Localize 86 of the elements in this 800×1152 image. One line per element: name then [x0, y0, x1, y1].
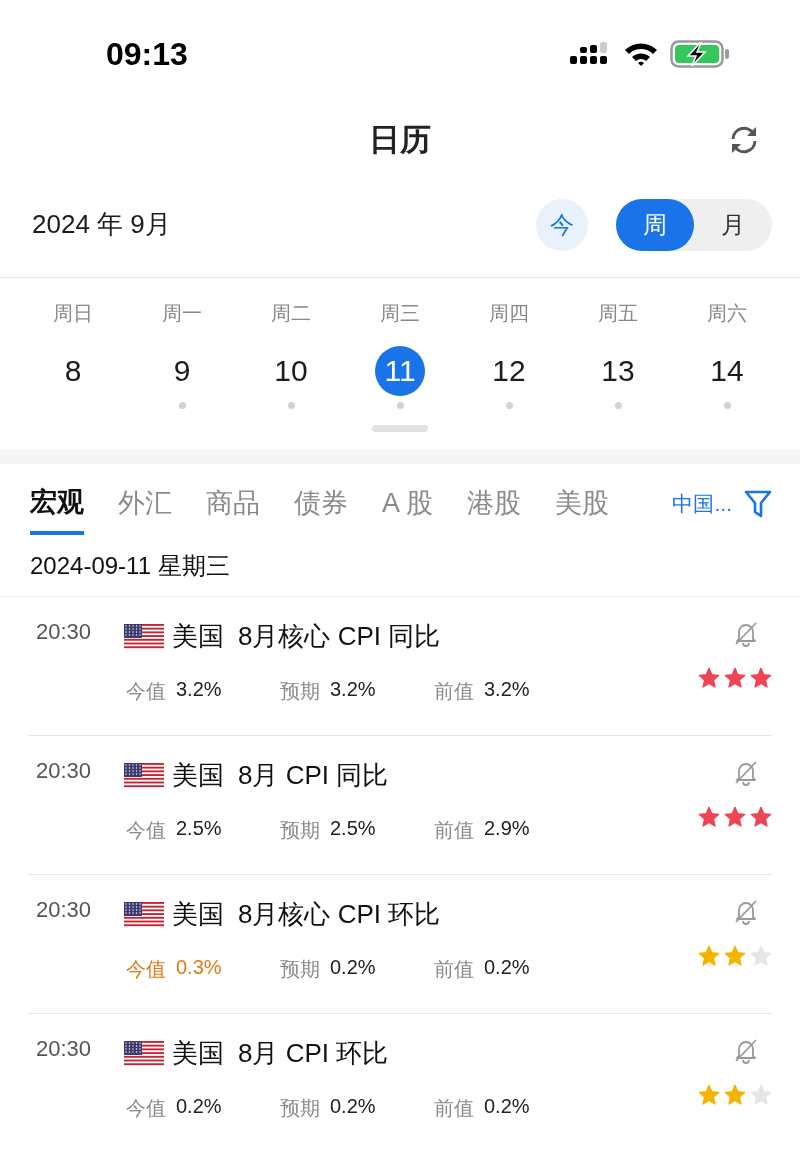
- view-option[interactable]: 周: [616, 198, 694, 251]
- value-label: 前值: [434, 1096, 474, 1121]
- date-number[interactable]: 13: [593, 346, 643, 396]
- category-tab[interactable]: 宏观: [30, 473, 84, 535]
- country-name: 美国: [172, 898, 224, 931]
- star-icon: [750, 945, 772, 967]
- date-number[interactable]: 12: [484, 346, 534, 396]
- event-time: 20:30: [35, 758, 93, 785]
- event-title: 8月核心 CPI 同比: [238, 620, 441, 653]
- event-time: 20:30: [35, 897, 93, 924]
- date-number[interactable]: 11: [375, 346, 425, 396]
- battery-charging-icon: [670, 40, 730, 68]
- value: 2.5%: [330, 817, 376, 841]
- star-icon: [698, 945, 720, 967]
- event-title: 8月 CPI 环比: [238, 1037, 389, 1070]
- star-icon: [750, 806, 772, 828]
- star-icon: [750, 1084, 772, 1106]
- star-icon: [698, 806, 720, 828]
- date-number[interactable]: 10: [266, 346, 316, 396]
- star-icon: [724, 806, 746, 828]
- value: 0.2%: [484, 1095, 530, 1119]
- category-tab[interactable]: 商品: [206, 473, 260, 533]
- date-number[interactable]: 9: [157, 346, 207, 396]
- star-icon: [724, 667, 746, 689]
- weekday-label: 周日: [53, 301, 93, 326]
- category-tab[interactable]: A 股: [382, 473, 434, 533]
- value: 2.5%: [176, 817, 222, 841]
- value-label: 预期: [280, 1096, 320, 1121]
- star-icon: [698, 667, 720, 689]
- date-number[interactable]: 14: [702, 346, 752, 396]
- value-label: 今值: [126, 957, 166, 982]
- category-tab[interactable]: 美股: [555, 473, 610, 533]
- event-title: 8月核心 CPI 环比: [238, 898, 441, 931]
- status-time: 09:13: [106, 35, 188, 73]
- filter-button[interactable]: [744, 489, 772, 519]
- star-icon: [698, 1084, 720, 1106]
- value: 2.9%: [484, 817, 530, 841]
- star-icon: [724, 1084, 746, 1106]
- value: 3.2%: [176, 678, 222, 702]
- weekday-label: 周一: [162, 301, 202, 326]
- country-name: 美国: [172, 620, 224, 653]
- value-label: 预期: [280, 679, 320, 704]
- view-option[interactable]: 月: [694, 198, 772, 251]
- value: 3.2%: [484, 678, 530, 702]
- weekday-label: 周四: [489, 301, 529, 326]
- today-button[interactable]: 今: [536, 198, 588, 251]
- date-number[interactable]: 8: [48, 346, 98, 396]
- value: 3.2%: [330, 678, 376, 702]
- weekday-label: 周二: [271, 301, 311, 326]
- flag-icon: [124, 762, 164, 789]
- star-icon: [724, 945, 746, 967]
- drag-handle[interactable]: [372, 425, 428, 432]
- wifi-icon: [624, 41, 658, 67]
- filter-icon: [744, 489, 772, 519]
- value-label: 今值: [126, 1096, 166, 1121]
- weekday-label: 周三: [380, 301, 420, 326]
- value-label: 前值: [434, 957, 474, 982]
- category-tab[interactable]: 债券: [294, 473, 348, 533]
- value-label: 预期: [280, 818, 320, 843]
- month-label: 2024 年 9月: [32, 208, 171, 241]
- value-label: 预期: [280, 957, 320, 982]
- category-tab[interactable]: 外汇: [118, 473, 172, 533]
- flag-icon: [124, 623, 164, 650]
- value-label: 今值: [126, 679, 166, 704]
- event-title: 8月 CPI 同比: [238, 759, 389, 792]
- country-name: 美国: [172, 1037, 224, 1070]
- page-title: 日历: [369, 121, 431, 159]
- date-heading: 2024-09-11 星期三: [0, 544, 800, 597]
- value: 0.2%: [176, 1095, 222, 1119]
- value: 0.3%: [176, 956, 222, 980]
- event-time: 20:30: [35, 1036, 93, 1063]
- value-label: 前值: [434, 818, 474, 843]
- region-filter[interactable]: 中国...: [672, 490, 732, 518]
- weekday-label: 周六: [707, 301, 747, 326]
- value-label: 前值: [434, 679, 474, 704]
- value: 0.2%: [484, 956, 530, 980]
- category-tab[interactable]: 港股: [467, 473, 522, 533]
- flag-icon: [124, 901, 164, 928]
- flag-icon: [124, 1040, 164, 1067]
- weekday-label: 周五: [598, 301, 638, 326]
- country-name: 美国: [172, 759, 224, 792]
- star-icon: [750, 667, 772, 689]
- value: 0.2%: [330, 1095, 376, 1119]
- event-time: 20:30: [35, 619, 93, 646]
- value: 0.2%: [330, 956, 376, 980]
- value-label: 今值: [126, 818, 166, 843]
